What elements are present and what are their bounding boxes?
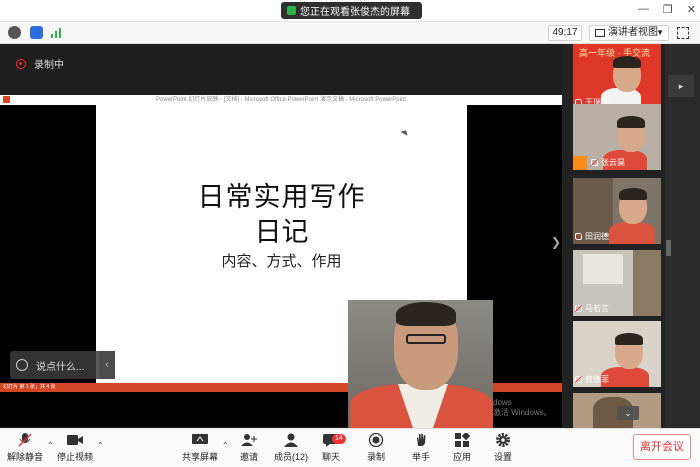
signal-icon[interactable]	[50, 26, 63, 39]
chat-input[interactable]: 说点什么... ‹	[10, 351, 115, 379]
share-screen-icon	[192, 433, 208, 447]
powerpoint-icon	[3, 96, 10, 103]
fullscreen-icon[interactable]	[677, 27, 689, 39]
record-icon	[368, 432, 384, 448]
chat-button[interactable]: 聊天	[308, 433, 354, 463]
next-page-icon[interactable]: ❯	[551, 235, 561, 249]
share-status-icon	[287, 6, 296, 15]
participant-name: 黄逸菲	[585, 375, 609, 384]
view-mode-label: 演讲者视图	[608, 27, 658, 38]
mic-muted-icon	[575, 376, 582, 383]
participant-tile[interactable]: 张云昊	[573, 104, 661, 170]
apps-icon	[454, 431, 471, 447]
participant-tile[interactable]: 高一年级 · 手交流 王瑞群	[573, 44, 661, 110]
members-icon	[283, 433, 299, 447]
meeting-timer: 49:17	[548, 25, 582, 41]
mouse-cursor-icon	[400, 128, 410, 136]
host-icon	[573, 156, 587, 170]
close-button[interactable]: ✕	[687, 3, 696, 16]
settings-button[interactable]: 设置	[480, 433, 526, 463]
participant-name: 马若言	[585, 304, 609, 313]
leave-meeting-button[interactable]: 离开会议	[633, 434, 691, 460]
recording-label: 录制中	[34, 60, 64, 71]
record-button[interactable]: 录制	[353, 432, 399, 463]
recording-indicator: 录制中	[16, 56, 64, 71]
participant-gallery: ▸ 高一年级 · 手交流 王瑞群 张云昊 田润德 马若言 黄逸菲 ⌄	[562, 44, 700, 428]
chevron-down-icon: ▼	[656, 28, 664, 37]
participant-name: 张云昊	[601, 158, 625, 167]
hand-icon	[413, 433, 429, 447]
mic-muted-icon	[17, 433, 33, 447]
participant-name: 田润德	[585, 232, 609, 241]
gallery-handle[interactable]	[666, 240, 671, 256]
stop-video-button[interactable]: 停止视频	[52, 433, 98, 463]
shield-icon[interactable]	[30, 26, 43, 39]
gallery-scroll-track	[665, 44, 700, 428]
chat-unread-badge: 14	[332, 434, 346, 444]
meeting-info-bar: 49:17 演讲者视图 ▼	[0, 22, 700, 44]
invite-button[interactable]: 邀请	[226, 433, 272, 463]
apps-button[interactable]: 应用	[439, 431, 485, 463]
screen-share-indicator[interactable]: 您正在观看张俊杰的屏幕	[281, 2, 422, 19]
ppt-window-title: PowerPoint 幻灯片放映 - [文档] - Microsoft Offi…	[0, 95, 562, 105]
gear-icon	[495, 433, 511, 447]
minimize-button[interactable]: —	[638, 3, 649, 16]
slide-title-line2: 日记	[254, 217, 309, 248]
gallery-toggle-button[interactable]: ▸	[668, 75, 694, 97]
unmute-button[interactable]: 解除静音	[2, 433, 48, 463]
mic-muted-icon	[575, 233, 582, 240]
participant-tile[interactable]: 马若言	[573, 250, 661, 316]
presenter-video	[348, 300, 493, 428]
record-dot-icon	[16, 58, 26, 69]
emoji-icon[interactable]	[16, 359, 28, 371]
add-user-icon	[241, 433, 257, 447]
share-status-text: 您正在观看张俊杰的屏幕	[300, 7, 410, 18]
shared-screen-area: 录制中 PowerPoint 幻灯片放映 - [文档] - Microsoft …	[0, 44, 562, 428]
scroll-down-button[interactable]: ⌄	[617, 406, 639, 420]
share-screen-button[interactable]: 共享屏幕	[177, 433, 223, 463]
slide-title: 日常实用写作	[197, 182, 366, 213]
video-camera-icon	[67, 433, 83, 447]
collapse-chat-icon[interactable]: ‹	[99, 351, 115, 379]
view-icon	[595, 29, 605, 37]
maximize-button[interactable]: ❐	[663, 3, 673, 16]
video-options-caret[interactable]: ⌃	[97, 441, 104, 450]
mic-muted-icon	[591, 159, 598, 166]
title-bar: 您正在观看张俊杰的屏幕 — ❐ ✕	[0, 0, 700, 22]
slide-subtitle: 内容、方式、作用	[221, 252, 342, 270]
participant-tile[interactable]: 田润德	[573, 178, 661, 244]
mic-muted-icon	[575, 305, 582, 312]
view-mode-dropdown[interactable]: 演讲者视图 ▼	[589, 25, 669, 41]
chat-placeholder: 说点什么...	[36, 361, 85, 373]
info-icon[interactable]	[8, 26, 21, 39]
participant-tile[interactable]: 黄逸菲	[573, 321, 661, 387]
windows-activation-watermark: dows 激活 Windows。	[493, 398, 552, 417]
meeting-toolbar: 解除静音 ⌃ 停止视频 ⌃ 共享屏幕 ⌃ 邀请 成员(12) 聊天 14 录制 …	[0, 428, 700, 467]
raise-hand-button[interactable]: 举手	[398, 433, 444, 463]
